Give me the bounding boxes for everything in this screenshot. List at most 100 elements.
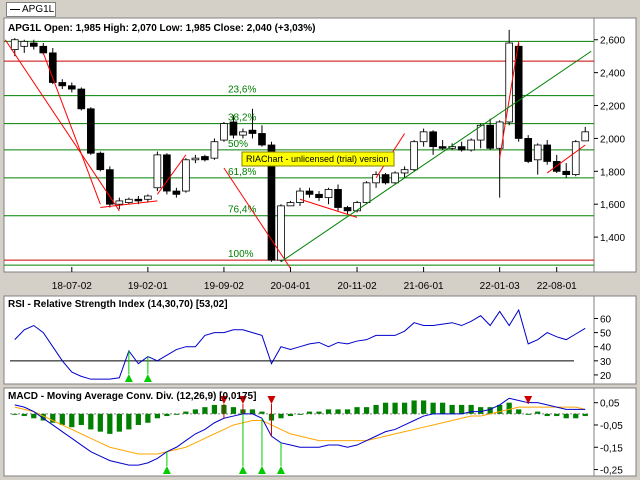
candle-body: [39, 45, 48, 54]
histogram-bar: [582, 413, 588, 417]
histogram-bar: [459, 404, 465, 414]
candle-body: [239, 131, 247, 136]
x-tick-label: 19-02-01: [128, 281, 168, 292]
macd-chart-title: MACD - Moving Average Conv. Div. (12,26,…: [8, 391, 256, 402]
rsi-chart-title: RSI - Relative Strength Index (14,30,70)…: [8, 299, 228, 310]
candle-body: [457, 146, 466, 151]
candle-body: [533, 144, 542, 161]
histogram-bar: [59, 413, 65, 425]
histogram-bar: [97, 413, 103, 432]
histogram-bar: [192, 409, 199, 414]
macd-tick-label: -0,15: [600, 443, 623, 454]
candle-body: [410, 141, 418, 171]
candle-body: [201, 156, 209, 161]
histogram-bar: [183, 411, 189, 414]
x-tick-label: 19-09-02: [204, 281, 244, 292]
histogram-bar: [516, 409, 522, 414]
candle-body: [305, 190, 314, 195]
histogram-bar: [249, 409, 256, 414]
histogram-bar: [535, 411, 541, 414]
x-tick-label: 18-07-02: [52, 281, 92, 292]
candle-body: [29, 42, 38, 47]
histogram-bar: [21, 413, 27, 417]
histogram-bar: [411, 400, 417, 414]
histogram-bar: [164, 413, 170, 417]
histogram-bar: [259, 411, 265, 414]
x-tick-label: 22-01-03: [480, 281, 520, 292]
candle-body: [353, 202, 361, 212]
fib-label: 100%: [228, 249, 254, 260]
histogram-bar: [573, 413, 579, 419]
candle-body: [524, 138, 533, 162]
candle-body: [153, 154, 162, 189]
histogram-bar: [278, 413, 284, 419]
histogram-bar: [107, 413, 113, 434]
legend-line-icon: [10, 9, 20, 10]
candle-body: [134, 198, 143, 202]
histogram-bar: [354, 407, 360, 414]
x-tick-label: 20-04-01: [270, 281, 310, 292]
histogram-bar: [392, 402, 398, 414]
candle-body: [106, 169, 114, 205]
candle-body: [258, 133, 266, 146]
candle-body: [543, 144, 552, 162]
fib-label: 23,6%: [228, 85, 256, 96]
histogram-bar: [145, 413, 151, 423]
histogram-bar: [154, 413, 160, 419]
candle-body: [571, 141, 580, 176]
macd-tick-label: -0,05: [600, 421, 623, 432]
fib-label: 61,8%: [228, 167, 256, 178]
price-chart-title: APG1L Open: 1,985 High: 2,070 Low: 1,985…: [8, 23, 315, 34]
histogram-bar: [69, 413, 75, 428]
candle-body: [334, 189, 342, 208]
candle-body: [77, 88, 86, 110]
candle-body: [315, 193, 323, 199]
histogram-bar: [116, 413, 122, 432]
candle-body: [419, 131, 428, 143]
candle-body: [581, 131, 590, 142]
histogram-bar: [440, 402, 446, 414]
macd-tick-label: 0,05: [600, 399, 620, 410]
symbol-legend[interactable]: APG1L: [6, 2, 56, 17]
chart-canvas: 23,6%38,2%50%61,8%76,4%100%2,6002,4002,2…: [3, 17, 637, 477]
candle-body: [20, 40, 29, 47]
histogram-bar: [363, 407, 370, 414]
candle-body: [86, 108, 95, 154]
x-tick-label: 21-06-01: [404, 281, 444, 292]
histogram-bar: [544, 413, 550, 417]
candle-body: [286, 202, 295, 207]
rsi-tick-label: 30: [600, 357, 612, 368]
candle-body: [220, 123, 228, 141]
y-tick-label: 2,000: [600, 134, 625, 145]
candle-body: [229, 121, 238, 136]
histogram-bar: [12, 413, 18, 415]
rsi-tick-label: 60: [600, 314, 612, 325]
histogram-bar: [335, 409, 341, 414]
watermark-text: RIAChart - unlicensed (trial) version: [246, 154, 389, 164]
histogram-bar: [554, 413, 560, 417]
candle-body: [486, 124, 494, 149]
candle-body: [400, 169, 409, 174]
y-tick-label: 1,400: [600, 233, 625, 244]
candle-body: [562, 170, 571, 176]
histogram-bar: [173, 413, 180, 415]
y-tick-label: 2,200: [600, 102, 625, 113]
macd-tick-label: -0,25: [600, 466, 623, 477]
candle-body: [381, 174, 390, 184]
rsi-tick-label: 50: [600, 329, 612, 340]
fib-label: 50%: [228, 139, 248, 150]
y-tick-label: 1,600: [600, 200, 625, 211]
candle-body: [191, 157, 200, 161]
candle-body: [125, 198, 133, 203]
histogram-bar: [344, 409, 351, 414]
rsi-tick-label: 20: [600, 371, 612, 382]
x-tick-label: 20-11-02: [337, 281, 377, 292]
y-tick-label: 1,800: [600, 167, 625, 178]
candle-body: [296, 190, 304, 203]
histogram-bar: [449, 404, 455, 414]
histogram-bar: [31, 413, 37, 419]
histogram-bar: [325, 409, 332, 414]
candle-body: [67, 85, 76, 90]
candle-body: [163, 154, 171, 192]
candle-body: [96, 152, 105, 171]
